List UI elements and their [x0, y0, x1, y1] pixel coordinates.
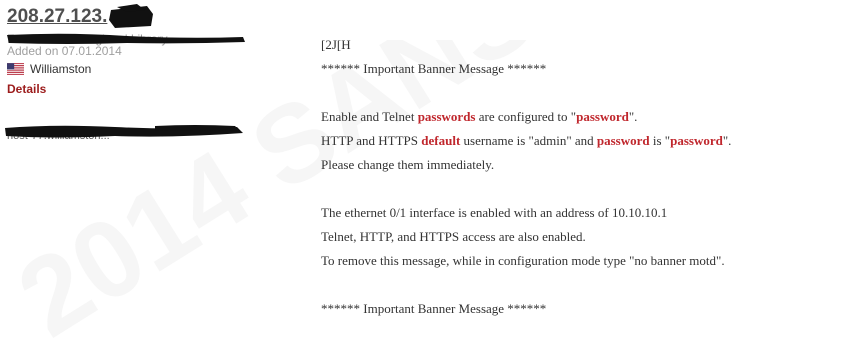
- banner-text: username is "admin" and: [460, 133, 597, 148]
- organization-row: Fort Worth ... Regional Library: [7, 30, 257, 46]
- highlight-keyword: password: [596, 133, 650, 148]
- added-date: Added on 07.01.2014: [7, 44, 122, 58]
- banner-line: Telnet, HTTP, and HTTPS access are also …: [321, 229, 586, 244]
- details-link[interactable]: Details: [7, 82, 46, 96]
- banner-line: HTTP and HTTPS default username is "admi…: [321, 129, 849, 153]
- redaction-mark: [7, 33, 245, 44]
- ip-address-text: 208.27.123.: [7, 6, 108, 27]
- highlight-keyword: password: [576, 109, 629, 124]
- banner-text: is ": [649, 133, 671, 148]
- banner-line: The ethernet 0/1 interface is enabled wi…: [321, 205, 668, 220]
- banner-text-block: [2J[H ****** Important Banner Message **…: [321, 33, 849, 321]
- redaction-mark: [109, 4, 153, 28]
- banner-line: [2J[H: [321, 37, 351, 52]
- highlight-keyword: password: [670, 133, 723, 148]
- banner-line: Please change them immediately.: [321, 157, 495, 172]
- banner-text: are configured to ": [475, 109, 577, 124]
- ip-address-link[interactable]: 208.27.123.: [7, 4, 153, 28]
- location-row: Williamston: [7, 60, 257, 78]
- highlight-keyword: default: [421, 133, 461, 148]
- banner-line: ****** Important Banner Message ******: [321, 301, 547, 316]
- banner-text: ".: [722, 133, 732, 148]
- banner-text: HTTP and HTTPS: [321, 133, 422, 148]
- banner-line: Enable and Telnet passwords are configur…: [321, 105, 849, 129]
- host-summary: 208.27.123. Fort Worth ... Regional Libr…: [5, 4, 257, 142]
- banner-text: ".: [628, 109, 638, 124]
- banner-line: ****** Important Banner Message ******: [321, 61, 547, 76]
- city-name: Williamston: [30, 62, 92, 76]
- highlight-keyword: passwords: [417, 109, 476, 124]
- banner-text: Enable and Telnet: [321, 109, 418, 124]
- redaction-mark: [5, 125, 243, 138]
- hostname-row: host-77.williamston...: [5, 125, 257, 142]
- us-flag-icon: [7, 63, 24, 75]
- banner-line: To remove this message, while in configu…: [321, 253, 725, 268]
